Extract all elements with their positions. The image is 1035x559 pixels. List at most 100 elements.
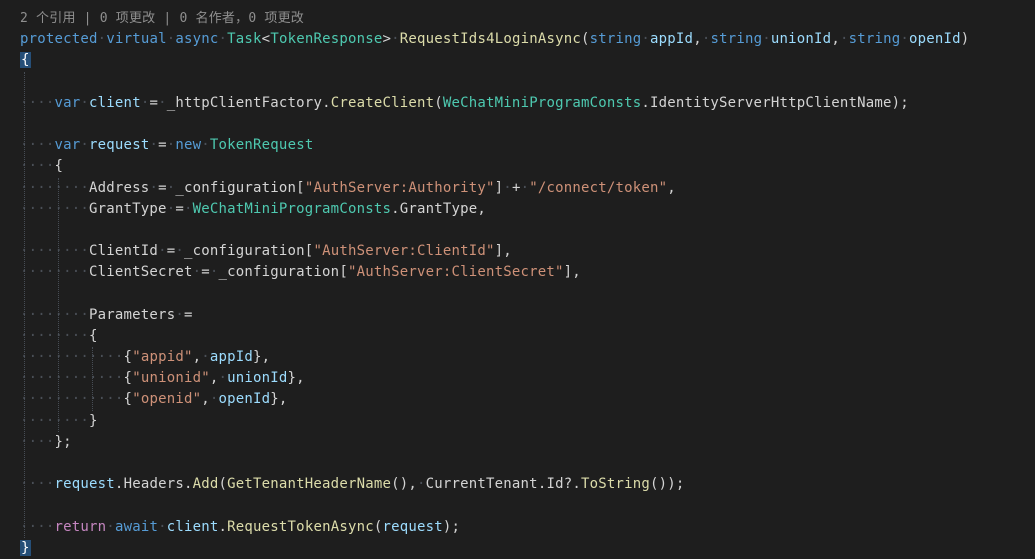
whitespace-dots: ···· — [20, 158, 55, 175]
code-token-plain: Parameters — [89, 306, 176, 323]
code-token-punct: ( — [580, 31, 590, 48]
code-token-punct: ?. — [563, 476, 581, 493]
code-line[interactable] — [20, 453, 1035, 474]
code-token-str: "/connect/token" — [529, 179, 668, 196]
code-token-punct: , — [693, 31, 702, 48]
code-token-punct: . — [218, 518, 228, 535]
code-token-punct: ] — [494, 179, 504, 196]
code-token-punct: { — [123, 349, 133, 365]
code-token-kw: protected — [20, 31, 98, 48]
code-line[interactable] — [20, 283, 1035, 304]
code-token-punct: , — [667, 179, 676, 196]
whitespace-dots: · — [175, 243, 184, 260]
code-token-punct: , — [477, 200, 487, 217]
code-line[interactable]: ····}; — [20, 432, 1035, 453]
code-token-punct: = — [183, 306, 193, 323]
code-line[interactable]: ········ClientId·=·_configuration["AuthS… — [20, 241, 1035, 262]
whitespace-dots: · — [201, 137, 210, 154]
code-token-punct: = — [158, 179, 167, 196]
code-token-method: Add — [192, 476, 219, 493]
code-token-str: "openid" — [132, 391, 202, 408]
code-token-type: WeChatMiniProgramConsts — [442, 94, 642, 111]
code-token-type: TokenRequest — [209, 137, 314, 154]
code-line[interactable]: ············{"openid",·openId}, — [20, 389, 1035, 410]
code-token-punct: + — [511, 179, 521, 196]
code-line[interactable]: ········Parameters·= — [20, 305, 1035, 326]
code-line[interactable]: protected·virtual·async·Task<TokenRespon… — [20, 29, 1035, 50]
code-line[interactable] — [20, 495, 1035, 516]
whitespace-dots: · — [158, 94, 167, 111]
code-editor[interactable]: 2 个引用 | 0 项更改 | 0 名作者，0 项更改 protected · vi… — [0, 0, 1035, 558]
code-line[interactable] — [20, 220, 1035, 241]
whitespace-dots: ········ — [20, 179, 90, 196]
code-token-plain: _httpClientFactory — [166, 94, 323, 111]
code-token-brace: } — [20, 539, 31, 556]
whitespace-dots: · — [218, 31, 228, 48]
code-token-punct: [ — [339, 264, 348, 281]
code-token-var: unionId — [770, 31, 832, 48]
code-token-kw: string — [589, 31, 642, 48]
code-token-var: openId — [218, 391, 271, 408]
code-token-punct: ); — [891, 94, 909, 111]
code-line[interactable]: ········} — [20, 411, 1035, 432]
code-line[interactable]: ········ClientSecret·=·_configuration["A… — [20, 262, 1035, 283]
code-token-str: "unionid" — [132, 370, 210, 387]
code-token-plain: GrantType — [399, 200, 478, 217]
whitespace-dots: · — [416, 476, 426, 493]
code-line[interactable]: ····{ — [20, 156, 1035, 177]
code-token-plain: GrantType — [89, 200, 167, 217]
whitespace-dots: ···· — [20, 476, 55, 493]
code-area[interactable]: 2 个引用 | 0 项更改 | 0 名作者，0 项更改 protected · vi… — [0, 0, 1035, 558]
code-token-var: appId — [650, 31, 694, 48]
code-line[interactable]: ····return·await·client.RequestTokenAsyn… — [20, 517, 1035, 538]
code-line[interactable]: ········Address·=·_configuration["AuthSe… — [20, 178, 1035, 199]
code-token-punct: }, — [253, 349, 271, 365]
code-token-punct: ], — [494, 243, 512, 260]
code-token-punct: , — [831, 31, 840, 48]
whitespace-dots: ···· — [20, 433, 55, 450]
code-line[interactable]: ····request.Headers.Add(GetTenantHeaderN… — [20, 474, 1035, 495]
code-token-punct: , — [209, 370, 219, 387]
code-token-punct: ); — [442, 518, 461, 535]
whitespace-dots: · — [149, 137, 159, 154]
code-line[interactable] — [20, 114, 1035, 135]
code-token-punct: . — [183, 476, 193, 493]
code-token-punct: }; — [54, 433, 72, 450]
whitespace-dots: · — [218, 370, 228, 387]
whitespace-dots: · — [149, 179, 159, 196]
code-line[interactable]: ····var·request·=·new·TokenRequest — [20, 135, 1035, 156]
code-token-var: request — [382, 518, 443, 535]
code-token-kw: virtual — [106, 31, 167, 48]
code-token-str: "AuthServer:ClientId" — [313, 243, 495, 260]
code-line[interactable]: ········{ — [20, 326, 1035, 347]
code-token-ret: return — [54, 518, 107, 535]
code-token-punct: ], — [563, 264, 581, 281]
code-token-punct: { — [123, 370, 133, 387]
code-line[interactable]: ····var·client·=·_httpClientFactory.Crea… — [20, 93, 1035, 114]
code-token-plain: _configuration — [175, 179, 297, 196]
code-line[interactable] — [20, 72, 1035, 93]
code-line[interactable]: { — [20, 50, 1035, 71]
code-token-punct: (), — [391, 476, 417, 493]
code-token-type: TokenResponse — [270, 31, 383, 48]
code-token-punct: ) — [960, 31, 970, 48]
code-token-punct: , — [192, 349, 202, 365]
whitespace-dots: · — [209, 264, 219, 281]
code-token-var: request — [89, 137, 150, 154]
code-line[interactable]: ············{"appid",·appId}, — [20, 347, 1035, 368]
whitespace-dots: ········ — [20, 264, 90, 281]
code-line[interactable]: } — [20, 538, 1035, 559]
code-token-kw: string — [710, 31, 763, 48]
code-token-var: client — [89, 94, 141, 111]
code-token-punct: . — [114, 476, 124, 493]
whitespace-dots: ···· — [20, 137, 55, 154]
code-token-plain: Headers — [123, 476, 184, 493]
codelens-references[interactable]: 2 个引用 | 0 项更改 | 0 名作者，0 项更改 — [20, 11, 304, 26]
code-token-plain: _configuration — [218, 264, 340, 281]
code-token-kw: var — [54, 137, 81, 154]
code-token-plain: ClientId — [89, 243, 159, 260]
code-line[interactable]: ············{"unionid",·unionId}, — [20, 368, 1035, 389]
code-line[interactable]: ········GrantType·=·WeChatMiniProgramCon… — [20, 199, 1035, 220]
code-token-punct: > — [382, 31, 392, 48]
whitespace-dots: ········ — [20, 243, 90, 260]
